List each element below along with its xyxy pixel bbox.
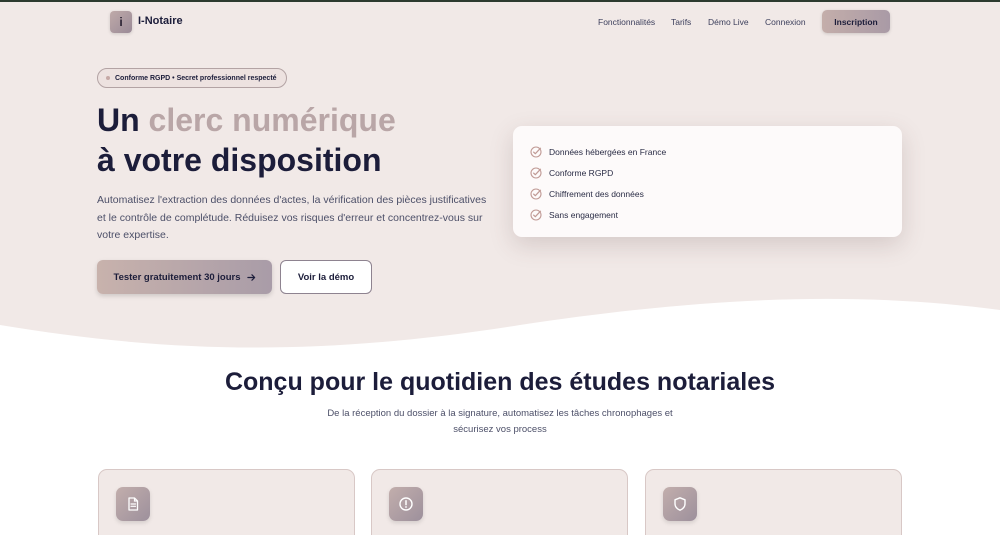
- headline-part2: à votre disposition: [97, 142, 382, 178]
- logo-icon[interactable]: i: [110, 11, 132, 33]
- check-circle-icon: [530, 208, 542, 221]
- brand-name[interactable]: I-Notaire: [138, 15, 183, 27]
- feature-item: Données hébergées en France: [530, 141, 902, 162]
- free-trial-button[interactable]: Tester gratuitement 30 jours: [97, 260, 272, 294]
- nav-link-fonctionnalites[interactable]: Fonctionnalités: [598, 17, 655, 27]
- arrow-right-icon: [246, 273, 255, 281]
- headline-accent: clerc numérique: [148, 102, 396, 138]
- alert-circle-icon: [389, 487, 423, 521]
- feature-label: Données hébergées en France: [549, 146, 667, 157]
- hero-headline: Un clerc numérique à votre disposition: [97, 100, 517, 180]
- feature-card-security[interactable]: [645, 469, 902, 535]
- features-card: Données hébergées en France Conforme RGP…: [513, 126, 902, 237]
- headline-part1: Un: [97, 102, 149, 138]
- feature-item: Sans engagement: [530, 204, 902, 225]
- hero-description: Automatisez l'extraction des données d'a…: [97, 194, 487, 241]
- feature-item: Conforme RGPD: [530, 162, 902, 183]
- free-trial-label: Tester gratuitement 30 jours: [113, 271, 241, 283]
- nav-link-tarifs[interactable]: Tarifs: [671, 17, 691, 27]
- demo-button[interactable]: Voir la démo: [280, 260, 372, 294]
- shield-icon: [663, 487, 697, 521]
- feature-card-verification[interactable]: [371, 469, 628, 535]
- feature-label: Conforme RGPD: [549, 167, 614, 178]
- top-nav: i I-Notaire Fonctionnalités Tarifs Démo …: [0, 2, 1000, 42]
- check-circle-icon: [530, 187, 542, 200]
- feature-label: Sans engagement: [549, 209, 618, 220]
- badge-text: Conforme RGPD • Secret professionnel res…: [115, 74, 277, 82]
- badge-dot-icon: [106, 76, 110, 80]
- check-circle-icon: [530, 145, 542, 158]
- wave-divider: [0, 298, 1000, 380]
- signup-button[interactable]: Inscription: [822, 10, 890, 33]
- document-icon: [116, 487, 150, 521]
- nav-link-demo-live[interactable]: Démo Live: [708, 17, 749, 27]
- nav-link-connexion[interactable]: Connexion: [765, 17, 806, 27]
- check-circle-icon: [530, 166, 542, 179]
- compliance-badge: Conforme RGPD • Secret professionnel res…: [97, 68, 287, 88]
- section-title: Conçu pour le quotidien des études notar…: [224, 368, 776, 396]
- feature-label: Chiffrement des données: [549, 188, 644, 199]
- feature-item: Chiffrement des données: [530, 183, 902, 204]
- section-subtitle: De la réception du dossier à la signatur…: [327, 408, 673, 435]
- feature-card-documents[interactable]: [98, 469, 355, 535]
